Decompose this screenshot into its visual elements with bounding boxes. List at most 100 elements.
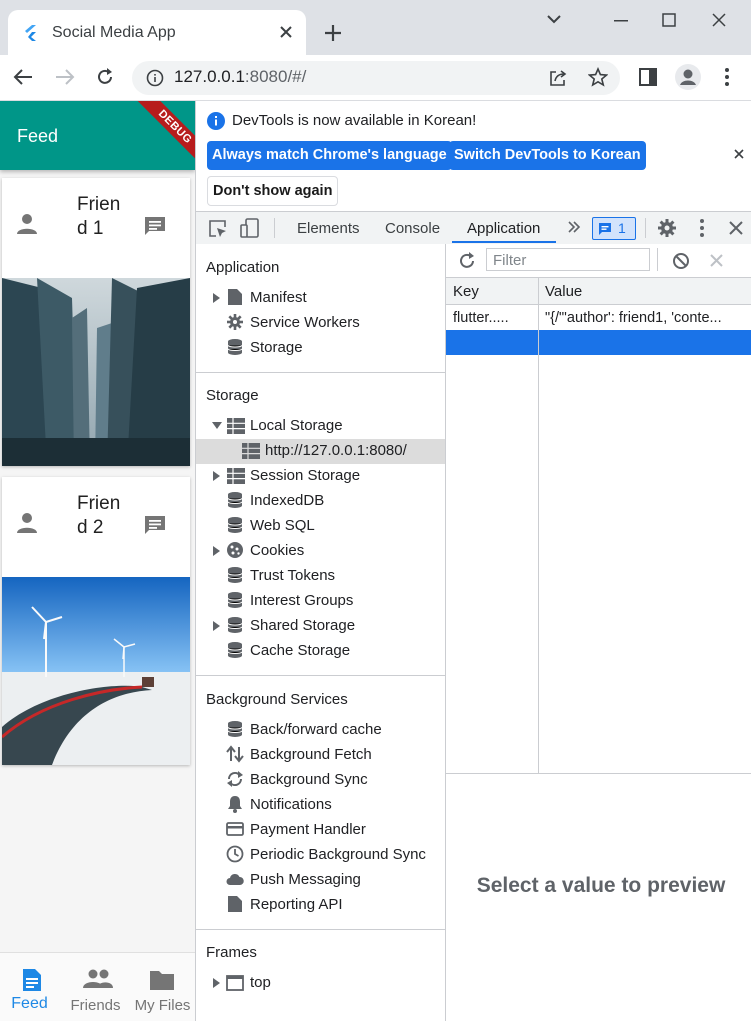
- sidebar-item-local-storage-origin[interactable]: http://127.0.0.1:8080/: [265, 442, 407, 459]
- sidebar-item-session-storage[interactable]: Session Storage: [250, 467, 360, 484]
- sidebar-item-payment-handler[interactable]: Payment Handler: [250, 821, 366, 838]
- section-title-background-services: Background Services: [206, 691, 348, 708]
- sidebar-item-notifications[interactable]: Notifications: [250, 796, 332, 813]
- dont-show-again-button[interactable]: Don't show again: [207, 176, 339, 206]
- clock-icon: [226, 845, 244, 863]
- sidebar-item-manifest[interactable]: Manifest: [250, 289, 307, 306]
- settings-gear-icon[interactable]: [657, 218, 677, 238]
- expand-arrow-icon[interactable]: [213, 621, 220, 631]
- chrome-menu-icon[interactable]: [725, 68, 729, 86]
- sidebar-item-cache-storage[interactable]: Cache Storage: [250, 642, 350, 659]
- sidebar-item-cookies[interactable]: Cookies: [250, 542, 304, 559]
- tab-title: Social Media App: [52, 24, 176, 41]
- expand-arrow-icon[interactable]: [213, 546, 220, 556]
- forward-icon[interactable]: [55, 68, 75, 86]
- back-icon[interactable]: [13, 68, 33, 86]
- sidebar-item-local-storage[interactable]: Local Storage: [250, 417, 343, 434]
- sidebar-item-indexeddb[interactable]: IndexedDB: [250, 492, 324, 509]
- sidebar-item-background-sync[interactable]: Background Sync: [250, 771, 368, 788]
- expand-arrow-icon[interactable]: [213, 293, 220, 303]
- close-tab-icon[interactable]: [279, 25, 293, 39]
- filter-input[interactable]: Filter: [486, 248, 650, 271]
- nav-label-friends: Friends: [70, 997, 121, 1014]
- nav-label-my-files: My Files: [134, 997, 191, 1014]
- reload-icon[interactable]: [95, 67, 115, 87]
- table-row[interactable]: flutter..... "{/"'author': friend1, 'con…: [446, 305, 751, 330]
- nav-item-friends[interactable]: Friends: [65, 953, 130, 1021]
- column-divider[interactable]: [538, 278, 539, 774]
- share-icon[interactable]: [548, 68, 568, 88]
- tab-search-icon[interactable]: [546, 13, 562, 25]
- post-card[interactable]: Friend 2: [2, 477, 190, 765]
- sidebar-item-background-fetch[interactable]: Background Fetch: [250, 746, 372, 763]
- issues-badge[interactable]: 1: [592, 217, 636, 240]
- tab-console[interactable]: Console: [385, 220, 440, 237]
- cloud-icon: [226, 871, 244, 887]
- bookmark-star-icon[interactable]: [588, 67, 608, 87]
- minimize-icon[interactable]: [614, 20, 628, 22]
- person-icon: [16, 512, 38, 534]
- post-author-name: Friend 1: [77, 194, 121, 239]
- devtools-panel: DevTools is now available in Korean! Alw…: [195, 101, 751, 1021]
- inspect-element-icon[interactable]: [208, 219, 228, 239]
- new-tab-icon[interactable]: [324, 24, 342, 42]
- preview-splitter[interactable]: [446, 773, 751, 774]
- sidebar-item-web-sql[interactable]: Web SQL: [250, 517, 315, 534]
- database-icon: [226, 591, 244, 609]
- post-card[interactable]: Friend 1: [2, 178, 190, 466]
- column-header-value[interactable]: Value: [545, 283, 582, 300]
- customize-devtools-icon[interactable]: [700, 219, 704, 237]
- manifest-file-icon: [227, 288, 243, 306]
- url-host: 127.0.0.1: [174, 67, 245, 86]
- sidebar-item-shared-storage[interactable]: Shared Storage: [250, 617, 355, 634]
- comment-icon[interactable]: [143, 215, 167, 237]
- post-image-city: [2, 278, 190, 466]
- article-icon: [20, 968, 44, 992]
- expand-arrow-icon[interactable]: [213, 978, 220, 988]
- database-icon: [226, 641, 244, 659]
- nav-item-feed[interactable]: Feed: [0, 953, 65, 1021]
- credit-card-icon: [226, 821, 244, 837]
- url-text[interactable]: 127.0.0.1:8080/#/: [174, 67, 306, 87]
- close-window-icon[interactable]: [712, 13, 726, 27]
- close-devtools-icon[interactable]: [729, 221, 743, 235]
- sidebar-item-periodic-background-sync[interactable]: Periodic Background Sync: [250, 846, 426, 863]
- delete-selected-icon[interactable]: [710, 254, 723, 267]
- column-header-key[interactable]: Key: [453, 283, 479, 300]
- sidebar-item-frame-top[interactable]: top: [250, 974, 271, 991]
- sidebar-item-push-messaging[interactable]: Push Messaging: [250, 871, 361, 888]
- switch-to-korean-button[interactable]: Switch DevTools to Korean: [449, 141, 646, 170]
- profile-avatar-icon[interactable]: [675, 64, 701, 90]
- sidebar-item-back-forward-cache[interactable]: Back/forward cache: [250, 721, 382, 738]
- close-infobar-icon[interactable]: [734, 149, 744, 159]
- sidebar-item-service-workers[interactable]: Service Workers: [250, 314, 360, 331]
- section-divider: [196, 675, 445, 676]
- sidebar-item-interest-groups[interactable]: Interest Groups: [250, 592, 353, 609]
- database-icon: [226, 616, 244, 634]
- database-icon: [226, 720, 244, 738]
- database-icon: [226, 338, 244, 356]
- nav-item-my-files[interactable]: My Files: [130, 953, 195, 1021]
- sidebar-item-storage[interactable]: Storage: [250, 339, 303, 356]
- tab-elements[interactable]: Elements: [297, 220, 360, 237]
- collapse-arrow-icon[interactable]: [212, 422, 222, 429]
- refresh-icon[interactable]: [458, 252, 476, 270]
- always-match-language-button[interactable]: Always match Chrome's language: [207, 141, 452, 170]
- app-bar-title: Feed: [17, 126, 59, 146]
- section-divider: [196, 929, 445, 930]
- tab-application[interactable]: Application: [467, 220, 540, 237]
- comment-icon[interactable]: [143, 514, 167, 536]
- maximize-icon[interactable]: [662, 13, 676, 27]
- up-down-arrows-icon: [226, 745, 244, 763]
- site-info-icon[interactable]: [146, 69, 164, 87]
- sidebar-item-reporting-api[interactable]: Reporting API: [250, 896, 343, 913]
- sidebar-item-trust-tokens[interactable]: Trust Tokens: [250, 567, 335, 584]
- side-panel-icon[interactable]: [639, 68, 657, 86]
- device-toolbar-icon[interactable]: [240, 218, 262, 238]
- local-storage-view: Filter Key Value flutter..... "{/"'autho…: [446, 244, 751, 1021]
- section-title-frames: Frames: [206, 944, 257, 961]
- expand-arrow-icon[interactable]: [213, 471, 220, 481]
- table-row-selected-empty[interactable]: [446, 330, 751, 355]
- clear-all-icon[interactable]: [672, 252, 690, 270]
- more-tabs-icon[interactable]: [567, 220, 581, 234]
